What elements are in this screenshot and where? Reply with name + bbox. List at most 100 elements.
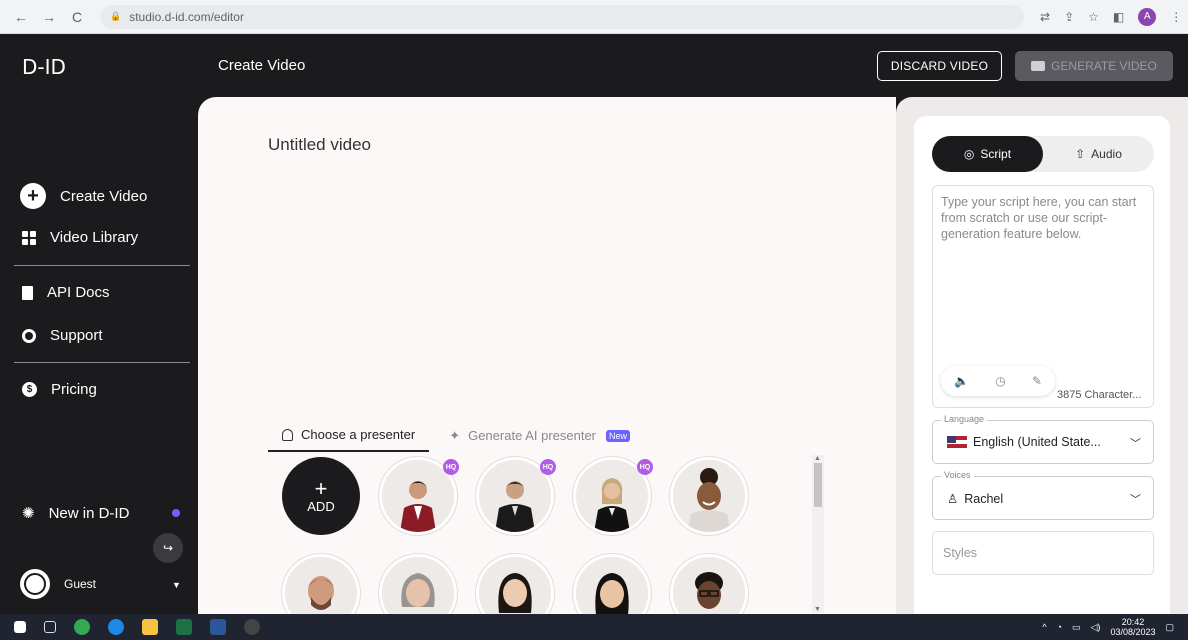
tab-label: Generate AI presenter [468, 428, 597, 443]
hq-badge: HQ [637, 459, 653, 475]
person-icon [282, 428, 293, 441]
d-id-logo[interactable]: D-ID [22, 55, 66, 79]
language-select[interactable]: Language English (United State... ﹀ [932, 414, 1154, 464]
video-camera-icon [1031, 61, 1046, 71]
voice-select[interactable]: Voices ♙ Rachel ﹀ [932, 470, 1154, 520]
chat-bubble-icon: ◎ [963, 147, 975, 161]
sidebar-item-support[interactable]: Support [22, 327, 103, 344]
share-arrow-button[interactable]: ↪ [153, 533, 183, 563]
sidebar-item-create-video[interactable]: + Create Video [20, 183, 147, 209]
styles-select[interactable]: Styles [932, 531, 1154, 575]
sidebar-item-label: New in D-ID [48, 504, 130, 522]
script-panel: ◎ Script ⇧ Audio Type your script here, … [896, 97, 1188, 614]
timer-icon[interactable]: ◷ [995, 373, 1005, 389]
sidebar-divider [14, 265, 190, 266]
file-explorer-icon[interactable] [142, 619, 158, 635]
address-bar[interactable]: 🔒 studio.d-id.com/editor [100, 4, 1024, 29]
sidebar: + Create Video Video Library API Docs Su… [0, 97, 198, 614]
voice-value-wrap: ♙ Rachel [947, 491, 1004, 507]
tab-label: Choose a presenter [301, 427, 416, 442]
translate-icon[interactable]: ⇄ [1040, 10, 1050, 24]
app-header: D-ID Create Video [0, 35, 1188, 97]
tray-expand-icon[interactable]: ^ [1042, 622, 1046, 632]
us-flag-icon [947, 436, 967, 448]
language-value-wrap: English (United State... [947, 435, 1101, 449]
plus-icon: + [314, 475, 328, 501]
windows-start-icon[interactable] [14, 621, 26, 633]
user-name: Guest [64, 577, 97, 591]
add-presenter-button[interactable]: + ADD [282, 457, 360, 535]
generate-video-button[interactable]: GENERATE VIDEO [1015, 51, 1173, 81]
chevron-down-icon: ﹀ [1130, 494, 1141, 506]
sidebar-item-label: Pricing [51, 381, 97, 398]
hq-badge: HQ [443, 459, 459, 475]
chrome-icon[interactable] [74, 619, 90, 635]
tab-script[interactable]: ◎ Script [932, 136, 1043, 172]
script-textarea[interactable]: Type your script here, you can start fro… [932, 185, 1154, 408]
user-menu[interactable]: Guest [20, 569, 97, 599]
sidebar-item-new-in-d-id[interactable]: ✺ New in D-ID [22, 504, 130, 523]
volume-icon[interactable]: ◁) [1091, 622, 1101, 633]
voice-value: Rachel [964, 491, 1004, 506]
url-text: studio.d-id.com/editor [129, 9, 244, 24]
lifebuoy-icon [22, 328, 36, 343]
sidebar-item-pricing[interactable]: $ Pricing [22, 381, 97, 398]
character-count: 3875 Character... [1057, 389, 1142, 401]
forward-icon[interactable]: → [42, 9, 56, 25]
reload-icon[interactable]: C [70, 9, 84, 25]
task-view-icon[interactable] [44, 621, 56, 633]
share-arrow-icon: ↪ [162, 541, 174, 555]
sidebar-item-label: Video Library [50, 229, 139, 246]
bookmark-star-icon[interactable]: ☆ [1088, 10, 1099, 24]
styles-placeholder: Styles [943, 546, 978, 560]
clock-date: 03/08/2023 [1110, 627, 1156, 637]
plus-icon: + [20, 183, 46, 209]
word-icon[interactable] [210, 619, 226, 635]
browser-nav: ← → C [14, 9, 84, 25]
video-title[interactable]: Untitled video [268, 135, 371, 155]
sidebar-item-video-library[interactable]: Video Library [22, 229, 138, 246]
scroll-down-icon[interactable]: ▼ [814, 606, 821, 613]
presenter-portrait-icon [673, 460, 745, 532]
tab-generate-ai-presenter[interactable]: ✦ Generate AI presenter New [435, 424, 644, 452]
edge-icon[interactable] [108, 619, 124, 635]
grid-icon [22, 230, 36, 245]
voices-label: Voices [941, 470, 974, 480]
tab-label: Script [980, 147, 1012, 161]
sidepanel-icon[interactable]: ◧ [1113, 10, 1124, 24]
presenter-scrollbar[interactable]: ▲ ▼ [812, 455, 824, 613]
language-label: Language [941, 414, 988, 424]
sidebar-item-api-docs[interactable]: API Docs [22, 284, 110, 301]
discard-video-button[interactable]: DISCARD VIDEO [877, 51, 1002, 81]
chrome-profile-icon[interactable] [244, 619, 260, 635]
editor-canvas: Untitled video Choose a presenter ✦ Gene… [198, 97, 896, 632]
network-icon[interactable]: ◔ [1057, 622, 1062, 632]
presenter-avatar[interactable] [670, 457, 748, 535]
menu-dots-icon[interactable]: ⋮ [1170, 10, 1182, 24]
back-icon[interactable]: ← [14, 9, 28, 25]
page-title: Create Video [218, 57, 306, 74]
battery-icon[interactable]: ▭ [1072, 622, 1081, 633]
document-icon [22, 285, 33, 300]
share-icon[interactable]: ⇪ [1064, 10, 1074, 24]
scroll-up-icon[interactable]: ▲ [814, 455, 821, 462]
windows-taskbar: ^ ◔ ▭ ◁) 20:42 03/08/2023 ▢ [0, 614, 1188, 640]
person-icon: ♙ [947, 492, 959, 506]
notifications-icon[interactable]: ▢ [1165, 622, 1174, 633]
clock[interactable]: 20:42 03/08/2023 [1110, 617, 1155, 637]
sparkle-icon: ✺ [22, 505, 35, 522]
tab-audio[interactable]: ⇧ Audio [1043, 136, 1154, 172]
chevron-down-icon: ﹀ [1130, 438, 1141, 450]
script-audio-toggle: ◎ Script ⇧ Audio [932, 136, 1154, 172]
magic-wand-icon[interactable]: ✎ [1032, 373, 1042, 389]
scrollbar-thumb[interactable] [814, 463, 822, 507]
sidebar-item-label: API Docs [47, 284, 110, 301]
speaker-icon[interactable]: 🔈 [954, 373, 969, 389]
lock-icon: 🔒 [110, 11, 122, 21]
tab-choose-presenter[interactable]: Choose a presenter [268, 423, 430, 452]
taskbar-apps [14, 619, 260, 635]
caret-down-icon[interactable]: ▼ [172, 580, 181, 590]
browser-actions: ⇄ ⇪ ☆ ◧ A ⋮ [1040, 7, 1182, 26]
profile-avatar[interactable]: A [1138, 7, 1157, 26]
excel-icon[interactable] [176, 619, 192, 635]
